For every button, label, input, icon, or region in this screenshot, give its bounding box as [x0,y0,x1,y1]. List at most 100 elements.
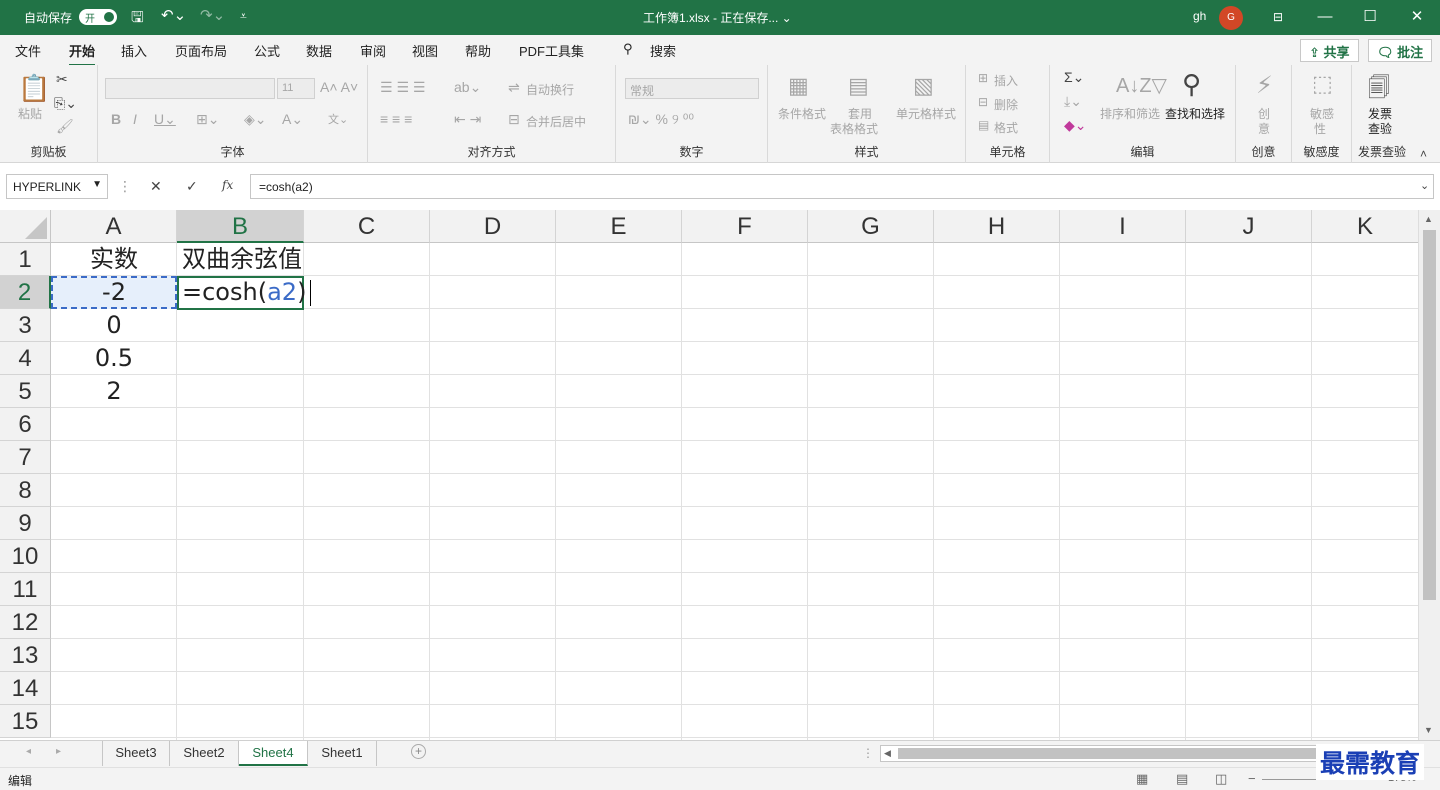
row-header-13[interactable]: 13 [0,639,51,672]
maximize-button[interactable]: ☐ [1355,6,1385,28]
column-header-k[interactable]: K [1312,210,1419,243]
fill-color-icon[interactable]: ◈⌄ [244,111,267,128]
page-break-view-icon[interactable]: ◫ [1215,771,1227,787]
cell-styles-label[interactable]: 单元格样式 [896,105,956,122]
italic-icon[interactable]: I [133,111,137,127]
format-cells-icon[interactable]: ▤ [978,118,989,132]
cell-a3[interactable]: 0 [51,309,177,342]
conditional-format-label[interactable]: 条件格式 [778,105,826,122]
next-sheet-icon[interactable]: ▸ [56,746,61,757]
cell-a5[interactable]: 2 [51,375,177,408]
wrap-text-icon[interactable]: ⇌ [508,79,520,96]
creative-label-2[interactable]: 意 [1258,120,1270,137]
find-select-label[interactable]: 查找和选择 [1165,105,1225,122]
minimize-button[interactable]: — [1310,6,1340,28]
row-header-15[interactable]: 15 [0,705,51,738]
font-name-select[interactable] [105,78,275,99]
cell-a4[interactable]: 0.5 [51,342,177,375]
tab-formulas[interactable]: 公式 [254,41,280,60]
row-header-11[interactable]: 11 [0,573,51,606]
formula-input[interactable]: =cosh(a2) [250,174,1434,199]
merge-icon[interactable]: ⊟ [508,111,520,128]
wrap-text-label[interactable]: 自动换行 [526,81,574,98]
paste-label[interactable]: 粘贴 [18,105,42,122]
format-as-table-icon[interactable]: ▤ [848,73,869,99]
row-header-4[interactable]: 4 [0,342,51,375]
cell-a1[interactable]: 实数 [51,243,177,276]
invoice-check-icon[interactable]: 🗐 [1368,71,1390,109]
format-painter-icon[interactable]: 🖌 [56,118,74,135]
tab-home[interactable]: 开始 [69,41,96,67]
paste-icon[interactable]: 📋 [18,73,50,104]
row-header-10[interactable]: 10 [0,540,51,573]
row-header-7[interactable]: 7 [0,441,51,474]
tab-view[interactable]: 视图 [412,41,438,60]
column-header-a[interactable]: A [51,210,177,243]
sort-filter-label[interactable]: 排序和筛选 [1100,105,1160,122]
expand-formula-icon[interactable]: ⌄ [1420,179,1429,192]
underline-icon[interactable]: U⌄ [154,111,176,128]
cut-icon[interactable]: ✂ [56,71,68,88]
scroll-left-icon[interactable]: ◀ [884,748,891,759]
sort-filter-icon[interactable]: A↓Z▽ [1116,73,1167,98]
select-all-corner[interactable] [0,210,51,243]
cell-a2[interactable]: -2 [51,276,177,309]
row-header-1[interactable]: 1 [0,243,51,276]
font-grow-icon[interactable]: A˄ A˅ [320,79,358,95]
copy-icon[interactable]: ⎘⌄ [54,95,77,112]
search-box[interactable]: 搜索 [650,41,676,60]
scroll-down-icon[interactable]: ▼ [1424,725,1433,735]
cell-b1[interactable]: 双曲余弦值 [182,243,302,276]
bold-icon[interactable]: B [111,111,121,127]
autosave-toggle[interactable]: 开 [79,9,117,25]
column-header-d[interactable]: D [430,210,556,243]
prev-sheet-icon[interactable]: ◂ [26,746,31,757]
tab-help[interactable]: 帮助 [465,41,491,60]
normal-view-icon[interactable]: ▦ [1136,771,1148,787]
tab-split-icon[interactable]: ⋮ [862,746,874,760]
delete-cells-icon[interactable]: ⊟ [978,95,988,109]
cell-styles-icon[interactable]: ▧ [913,73,934,99]
sheet-tab-sheet1[interactable]: Sheet1 [308,741,377,766]
column-header-h[interactable]: H [934,210,1060,243]
insert-function-icon[interactable]: fx [222,178,233,192]
sheet-tab-sheet4[interactable]: Sheet4 [239,741,308,766]
creative-icon[interactable]: ⚡ [1256,71,1273,100]
border-icon[interactable]: ⊞⌄ [196,111,219,128]
conditional-format-icon[interactable]: ▦ [788,73,809,99]
number-format-select[interactable]: 常规 [625,78,759,99]
format-as-table-label-2[interactable]: 表格格式 [830,120,878,137]
column-header-i[interactable]: I [1060,210,1186,243]
worksheet-grid[interactable]: ABCDEFGHIJK 1 2 3 4 5 6 7 8 9 10 11 12 13 14 15 实数 双曲余… [0,210,1440,740]
autosum-icon[interactable]: Σ⌄ [1064,69,1084,86]
indent-icon[interactable]: ⇤ ⇥ [454,111,481,128]
page-layout-view-icon[interactable]: ▤ [1176,771,1188,787]
save-icon[interactable]: 🖫 [131,7,144,32]
row-header-8[interactable]: 8 [0,474,51,507]
row-header-12[interactable]: 12 [0,606,51,639]
horizontal-scroll-thumb[interactable] [898,748,1318,759]
column-header-j[interactable]: J [1186,210,1312,243]
sheet-tab-sheet2[interactable]: Sheet2 [170,741,239,766]
redo-icon[interactable]: ↷⌄ [200,6,225,24]
invoice-label-2[interactable]: 查验 [1368,120,1392,137]
column-header-e[interactable]: E [556,210,682,243]
zoom-out-icon[interactable]: − [1248,771,1256,786]
row-header-2[interactable]: 2 [0,276,51,309]
row-header-9[interactable]: 9 [0,507,51,540]
format-cells-label[interactable]: 格式 [994,119,1018,136]
close-button[interactable]: ✕ [1402,6,1432,28]
enter-icon[interactable]: ✓ [186,178,198,195]
share-button[interactable]: ⇪ 共享 [1300,39,1359,62]
row-header-6[interactable]: 6 [0,408,51,441]
column-header-g[interactable]: G [808,210,934,243]
comments-button[interactable]: 🗨 批注 [1368,39,1433,62]
font-size-select[interactable]: 11 [277,78,315,99]
font-color-icon[interactable]: A⌄ [282,111,303,128]
sensitivity-label-2[interactable]: 性 [1314,120,1326,137]
align-left-icon[interactable]: ≡ ≡ ≡ [380,111,412,127]
document-title[interactable]: 工作簿1.xlsx - 正在保存... ⌄ [643,9,792,26]
orientation-icon[interactable]: ab⌄ [454,79,481,96]
row-header-3[interactable]: 3 [0,309,51,342]
clear-icon[interactable]: ◆⌄ [1064,117,1087,134]
